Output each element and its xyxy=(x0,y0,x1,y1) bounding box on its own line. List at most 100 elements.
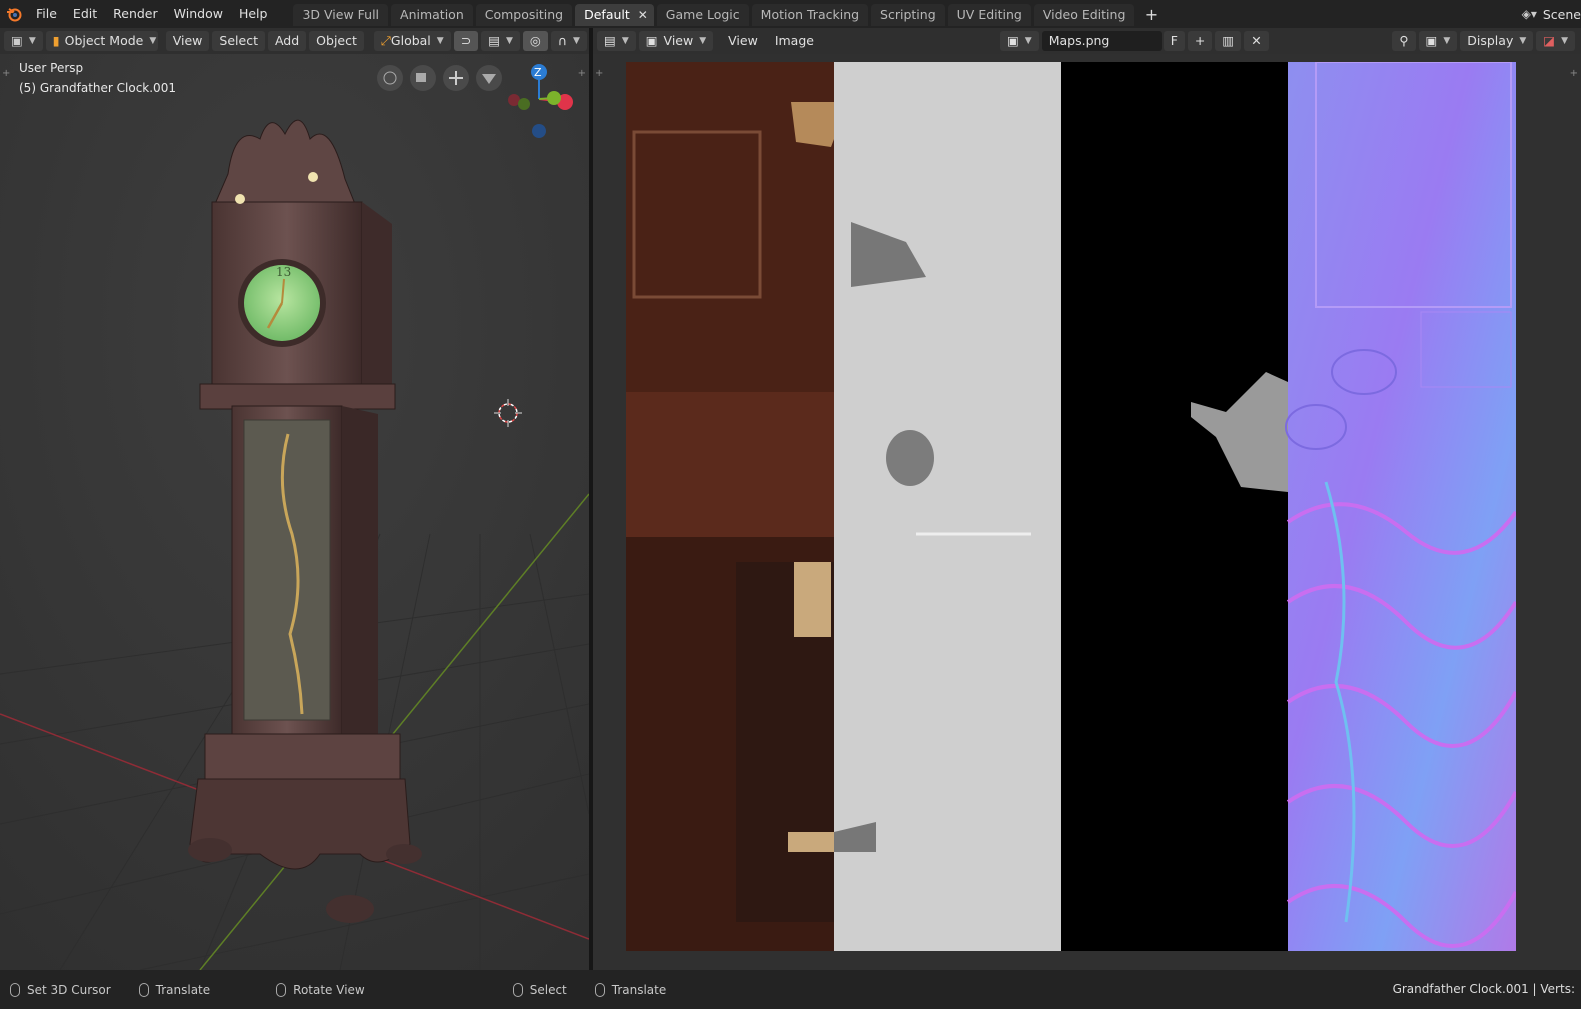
proportional-edit-toggle[interactable]: ◎ xyxy=(522,31,548,51)
camera-view-icon[interactable] xyxy=(410,65,436,91)
object-mode-icon: ▮ xyxy=(52,33,60,48)
close-icon[interactable]: ✕ xyxy=(638,4,648,26)
clock-numeral: 13 xyxy=(276,265,291,279)
falloff-icon: ∩ xyxy=(557,33,567,48)
chevron-down-icon: ▼ xyxy=(699,36,707,46)
snap-target-dropdown[interactable]: ▤ ▼ xyxy=(481,31,520,51)
viewport-header: ▣ ▼ ▮ Object Mode ▼ View Select Add Objec… xyxy=(0,28,633,54)
image-editor-header: ▤ ▼ ▣ View ▼ View Image ▣ ▼ Maps.png F + ▥ ✕… xyxy=(593,28,1581,54)
object-mode-dropdown[interactable]: ▮ Object Mode ▼ xyxy=(45,31,158,51)
image-browse-icon: ▣ xyxy=(1006,33,1019,48)
object-mode-label: Object Mode xyxy=(64,33,144,48)
tab-animation[interactable]: Animation xyxy=(391,4,473,26)
image-name-text: Maps.png xyxy=(1048,33,1110,48)
viewport-menu-view[interactable]: View xyxy=(165,31,210,51)
display-label: Display xyxy=(1467,33,1514,48)
cube-icon: ▣ xyxy=(11,33,23,48)
status-hint: Set 3D Cursor xyxy=(10,982,111,997)
unlink-image-icon[interactable]: ✕ xyxy=(1244,31,1269,51)
snap-toggle[interactable]: ⊃ xyxy=(453,31,479,51)
menu-help[interactable]: Help xyxy=(231,0,276,28)
pin-icon[interactable]: ⚲ xyxy=(1392,31,1416,51)
chevron-down-icon: ▼ xyxy=(506,36,513,46)
view-camera-icon[interactable] xyxy=(377,65,403,91)
magnet-icon: ⊃ xyxy=(460,33,472,48)
status-hint: Translate xyxy=(138,982,211,997)
fake-user-toggle[interactable]: F xyxy=(1163,31,1185,51)
chevron-down-icon: ▼ xyxy=(573,36,580,46)
mouse-middle-icon xyxy=(276,982,287,997)
image-view-label: View xyxy=(663,33,694,48)
workspace-tabs: 3D View Full Animation Compositing Defau… xyxy=(293,2,1161,26)
snap-icon: ▤ xyxy=(488,33,500,48)
editor-type-button[interactable]: ▣ ▼ xyxy=(4,31,43,51)
image-editor-area[interactable]: + + xyxy=(593,54,1581,970)
falloff-dropdown[interactable]: ∩ ▼ xyxy=(550,31,587,51)
blender-logo-icon[interactable] xyxy=(0,0,28,28)
image-name-field[interactable]: Maps.png xyxy=(1041,31,1162,51)
display-dropdown[interactable]: Display ▼ xyxy=(1460,31,1534,51)
normal-map xyxy=(1285,62,1516,951)
image-menu-view[interactable]: View xyxy=(721,31,765,51)
roughness-map xyxy=(834,62,1061,951)
new-image-icon[interactable]: + xyxy=(1187,31,1213,51)
chevron-down-icon: ▼ xyxy=(1519,36,1527,46)
scene-label: Scene xyxy=(1542,6,1581,22)
mouse-left-icon xyxy=(594,982,605,997)
tab-video-editing[interactable]: Video Editing xyxy=(1033,4,1135,26)
scopes-icon: ◪ xyxy=(1543,33,1556,48)
menu-window[interactable]: Window xyxy=(166,0,231,28)
neg-z-axis-handle[interactable] xyxy=(532,124,546,138)
sidebar-expand-icon[interactable]: + xyxy=(1570,68,1578,79)
z-axis-label: Z xyxy=(534,66,542,79)
viewport-menu-add[interactable]: Add xyxy=(267,31,307,51)
y-axis-handle[interactable] xyxy=(547,91,561,105)
image-view-dropdown[interactable]: ▣ View ▼ xyxy=(638,31,714,51)
menu-edit[interactable]: Edit xyxy=(65,0,105,28)
image-editor-type-button[interactable]: ▤ ▼ xyxy=(597,31,636,51)
texture-image[interactable] xyxy=(626,62,1516,951)
viewport-canvas[interactable]: 13 Z xyxy=(0,54,589,970)
tab-scripting[interactable]: Scripting xyxy=(871,4,945,26)
image-menu-image[interactable]: Image xyxy=(768,31,821,51)
tab-uv-editing[interactable]: UV Editing xyxy=(947,4,1031,26)
chevron-down-icon: ▼ xyxy=(149,36,157,46)
tab-compositing[interactable]: Compositing xyxy=(475,4,573,26)
neg-y-axis-handle[interactable] xyxy=(518,98,530,110)
metallic-map xyxy=(1061,62,1288,951)
toolbar-expand-icon[interactable]: + xyxy=(595,68,603,79)
menu-render[interactable]: Render xyxy=(105,0,166,28)
perspective-toggle-icon[interactable] xyxy=(476,65,502,91)
scene-statistics: Grandfather Clock.001 | Verts: xyxy=(1392,982,1575,996)
chevron-down-icon: ▼ xyxy=(28,36,36,46)
status-hint-label: Translate xyxy=(155,982,211,997)
image-editor-icon: ▤ xyxy=(604,33,616,48)
status-hint-label: Select xyxy=(529,982,567,997)
active-object-name: (5) Grandfather Clock.001 xyxy=(19,81,176,95)
view-gizmo-dropdown[interactable]: ▣ ▼ xyxy=(1418,31,1458,51)
chevron-down-icon: ▼ xyxy=(1024,36,1032,46)
scopes-dropdown[interactable]: ◪ ▼ xyxy=(1536,31,1575,51)
menu-file[interactable]: File xyxy=(28,0,65,28)
status-hint-label: Translate xyxy=(611,982,667,997)
viewport-menu-select[interactable]: Select xyxy=(212,31,265,51)
3d-viewport[interactable]: 13 Z User Persp (5) Grandfather Clock.00… xyxy=(0,54,589,970)
albedo-map xyxy=(626,62,848,951)
orientation-label: Global xyxy=(390,33,431,48)
sidebar-expand-icon[interactable]: + xyxy=(578,68,586,79)
viewport-menu-object[interactable]: Object xyxy=(309,31,364,51)
browse-image-button[interactable]: ▣ ▼ xyxy=(999,31,1039,51)
toolbar-expand-icon[interactable]: + xyxy=(2,68,10,79)
camera-icon: ▣ xyxy=(1425,33,1438,48)
orientation-dropdown[interactable]: ⤢ Global ▼ xyxy=(373,31,451,51)
tab-default[interactable]: Default ✕ xyxy=(575,4,654,26)
tab-motion-tracking[interactable]: Motion Tracking xyxy=(751,4,869,26)
add-workspace-icon[interactable]: + xyxy=(1141,4,1161,26)
tab-3d-view-full[interactable]: 3D View Full xyxy=(293,4,389,26)
scene-selector[interactable]: ◈▾ Scene xyxy=(1522,0,1581,28)
status-hint-label: Set 3D Cursor xyxy=(27,982,111,997)
status-hint: Select xyxy=(512,982,567,997)
open-image-icon[interactable]: ▥ xyxy=(1215,31,1242,51)
tab-game-logic[interactable]: Game Logic xyxy=(656,4,749,26)
move-view-icon[interactable] xyxy=(443,65,469,91)
